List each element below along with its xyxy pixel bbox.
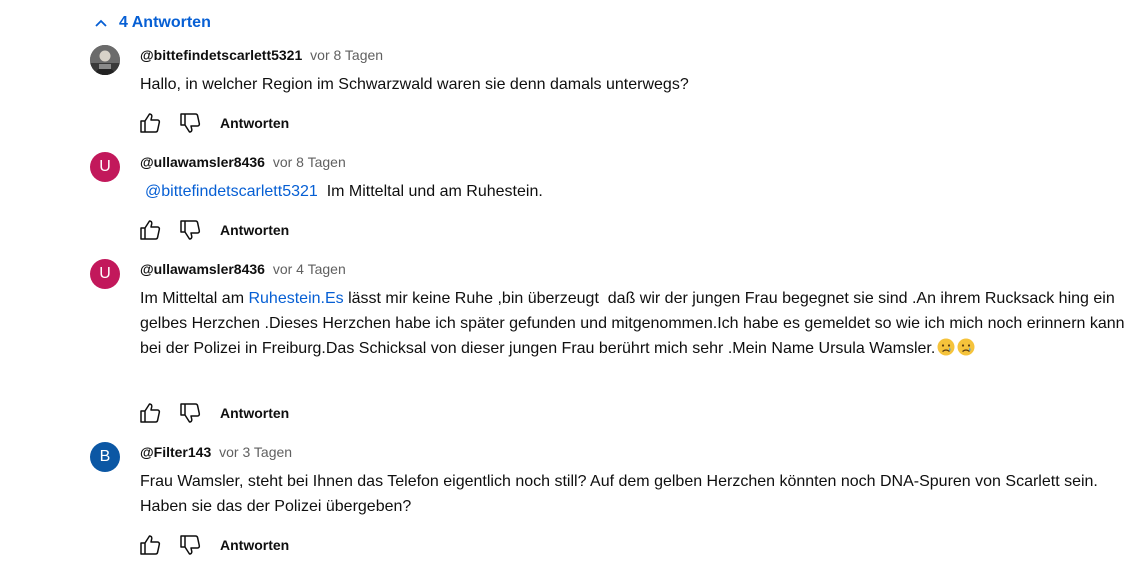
comment-author[interactable]: @bittefindetscarlett5321 xyxy=(140,47,302,63)
reply-button[interactable]: Antworten xyxy=(220,115,289,131)
thumbs-up-icon xyxy=(140,535,161,555)
comment-text: Frau Wamsler, steht bei Ihnen das Telefo… xyxy=(140,473,1103,515)
crying-face-emoji-icon xyxy=(937,338,955,356)
thumbs-down-icon xyxy=(180,535,201,555)
comment-text-body: Im Mitteltal und am Ruhestein. xyxy=(326,183,543,200)
comment-text-before: Im Mitteltal am xyxy=(140,290,249,307)
reply-comment: U @ullawamsler8436 vor 8 Tagen @bittefin… xyxy=(90,152,1135,252)
thumbs-down-icon xyxy=(180,220,201,240)
avatar[interactable]: U xyxy=(90,259,120,289)
chevron-up-icon xyxy=(95,19,107,27)
reply-comment: @bittefindetscarlett5321 vor 8 Tagen Hal… xyxy=(90,45,1135,145)
thumbs-up-icon xyxy=(140,403,161,423)
like-button[interactable] xyxy=(136,399,164,427)
thumbs-down-icon xyxy=(180,113,201,133)
reply-button[interactable]: Antworten xyxy=(220,405,289,421)
comment-author[interactable]: @ullawamsler8436 xyxy=(140,154,265,170)
comment-text: @bittefindetscarlett5321 Im Mitteltal un… xyxy=(140,179,1135,204)
user-photo-icon xyxy=(90,45,120,75)
thumbs-up-icon xyxy=(140,220,161,240)
comment-text: Hallo, in welcher Region im Schwarzwald … xyxy=(140,76,689,93)
dislike-button[interactable] xyxy=(176,216,204,244)
avatar-letter: U xyxy=(99,158,111,175)
avatar-letter: U xyxy=(99,265,111,282)
avatar[interactable] xyxy=(90,45,120,75)
comment-text: Im Mitteltal am Ruhestein.Es lässt mir k… xyxy=(140,286,1135,361)
replies-toggle-label: 4 Antworten xyxy=(119,14,211,31)
replies-toggle-button[interactable]: 4 Antworten xyxy=(93,10,211,36)
avatar[interactable]: U xyxy=(90,152,120,182)
like-button[interactable] xyxy=(136,109,164,137)
thumbs-down-icon xyxy=(180,403,201,423)
dislike-button[interactable] xyxy=(176,399,204,427)
dislike-button[interactable] xyxy=(176,109,204,137)
comment-timestamp[interactable]: vor 8 Tagen xyxy=(273,154,346,170)
avatar-letter: B xyxy=(99,448,111,465)
comment-timestamp[interactable]: vor 8 Tagen xyxy=(310,47,383,63)
comment-timestamp[interactable]: vor 3 Tagen xyxy=(219,444,292,460)
reply-button[interactable]: Antworten xyxy=(220,222,289,238)
reply-comment: B @Filter143 vor 3 Tagen Frau Wamsler, s… xyxy=(90,442,1135,572)
comment-author[interactable]: @Filter143 xyxy=(140,444,211,460)
reply-button[interactable]: Antworten xyxy=(220,537,289,553)
hashtag-link[interactable]: Ruhestein.Es xyxy=(248,290,343,307)
mention-link[interactable]: @bittefindetscarlett5321 xyxy=(145,183,318,200)
like-button[interactable] xyxy=(136,216,164,244)
crying-face-emoji-icon xyxy=(957,338,975,356)
like-button[interactable] xyxy=(136,531,164,559)
avatar[interactable]: B xyxy=(90,442,120,472)
thumbs-up-icon xyxy=(140,113,161,133)
reply-comment: U @ullawamsler8436 vor 4 Tagen Im Mittel… xyxy=(90,259,1135,439)
comment-timestamp[interactable]: vor 4 Tagen xyxy=(273,261,346,277)
comment-author[interactable]: @ullawamsler8436 xyxy=(140,261,265,277)
dislike-button[interactable] xyxy=(176,531,204,559)
